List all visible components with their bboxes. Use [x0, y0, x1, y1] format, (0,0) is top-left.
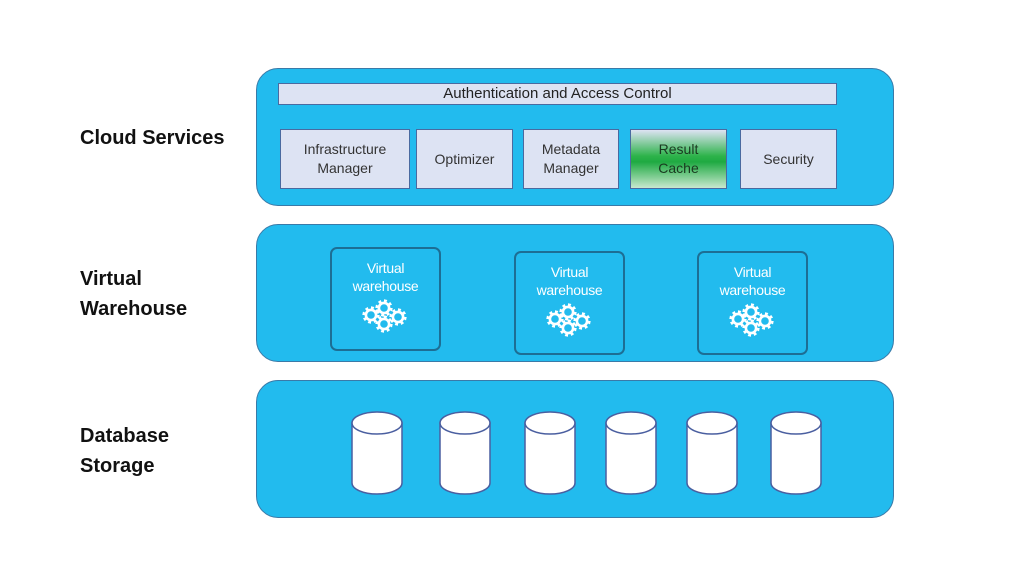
gear-hole [393, 313, 402, 321]
metadata-manager-box: Metadata Manager [523, 129, 619, 189]
gears-icon [361, 299, 407, 333]
gear-hole [563, 324, 572, 332]
gear-hole [379, 304, 388, 312]
gear-hole [746, 308, 755, 316]
cylinder-top [524, 411, 576, 435]
database-cylinder-icon [524, 411, 576, 495]
virtual-warehouse-label-line1: Virtual [80, 268, 142, 290]
gears-icon [728, 303, 774, 337]
virtual-warehouse-label-line2: Warehouse [80, 298, 188, 320]
database-storage-layer [256, 380, 894, 518]
database-cylinder-icon [770, 411, 822, 495]
gear-hole [733, 315, 742, 323]
gear-hole [746, 324, 755, 332]
virtual-warehouse-text: Virtual warehouse [536, 264, 603, 298]
virtual-warehouse-text: Virtual warehouse [352, 260, 419, 294]
security-box: Security [740, 129, 837, 189]
database-storage-label-line1: Database [80, 425, 169, 447]
gear-hole [577, 317, 586, 325]
cloud-services-label: Cloud Services [80, 127, 225, 149]
gear-hole [379, 320, 388, 328]
gears-icon [545, 303, 591, 337]
cylinder-top [439, 411, 491, 435]
gear-hole [366, 311, 375, 319]
gear-hole [563, 308, 572, 316]
gear-hole [550, 315, 559, 323]
database-cylinder-icon [439, 411, 491, 495]
cylinder-top [686, 411, 738, 435]
virtual-warehouse-text: Virtual warehouse [719, 264, 786, 298]
cylinder-top [770, 411, 822, 435]
database-cylinder-icon [351, 411, 403, 495]
virtual-warehouse-label: Virtual Warehouse [80, 264, 187, 324]
gear-hole [760, 317, 769, 325]
virtual-warehouse-layer: Virtual warehouse Virtual warehouse Virt… [256, 224, 894, 362]
database-cylinder-icon [605, 411, 657, 495]
database-cylinder-icon [686, 411, 738, 495]
authentication-access-control-bar: Authentication and Access Control [278, 83, 837, 105]
database-storage-label: Database Storage [80, 421, 169, 481]
virtual-warehouse-box: Virtual warehouse [330, 247, 441, 351]
virtual-warehouse-box: Virtual warehouse [514, 251, 625, 355]
database-storage-label-line2: Storage [80, 455, 155, 477]
virtual-warehouse-box: Virtual warehouse [697, 251, 808, 355]
result-cache-box: Result Cache [630, 129, 727, 189]
optimizer-box: Optimizer [416, 129, 513, 189]
cylinder-top [351, 411, 403, 435]
cylinder-top [605, 411, 657, 435]
cloud-services-layer: Authentication and Access Control Infras… [256, 68, 894, 206]
infrastructure-manager-box: Infrastructure Manager [280, 129, 410, 189]
